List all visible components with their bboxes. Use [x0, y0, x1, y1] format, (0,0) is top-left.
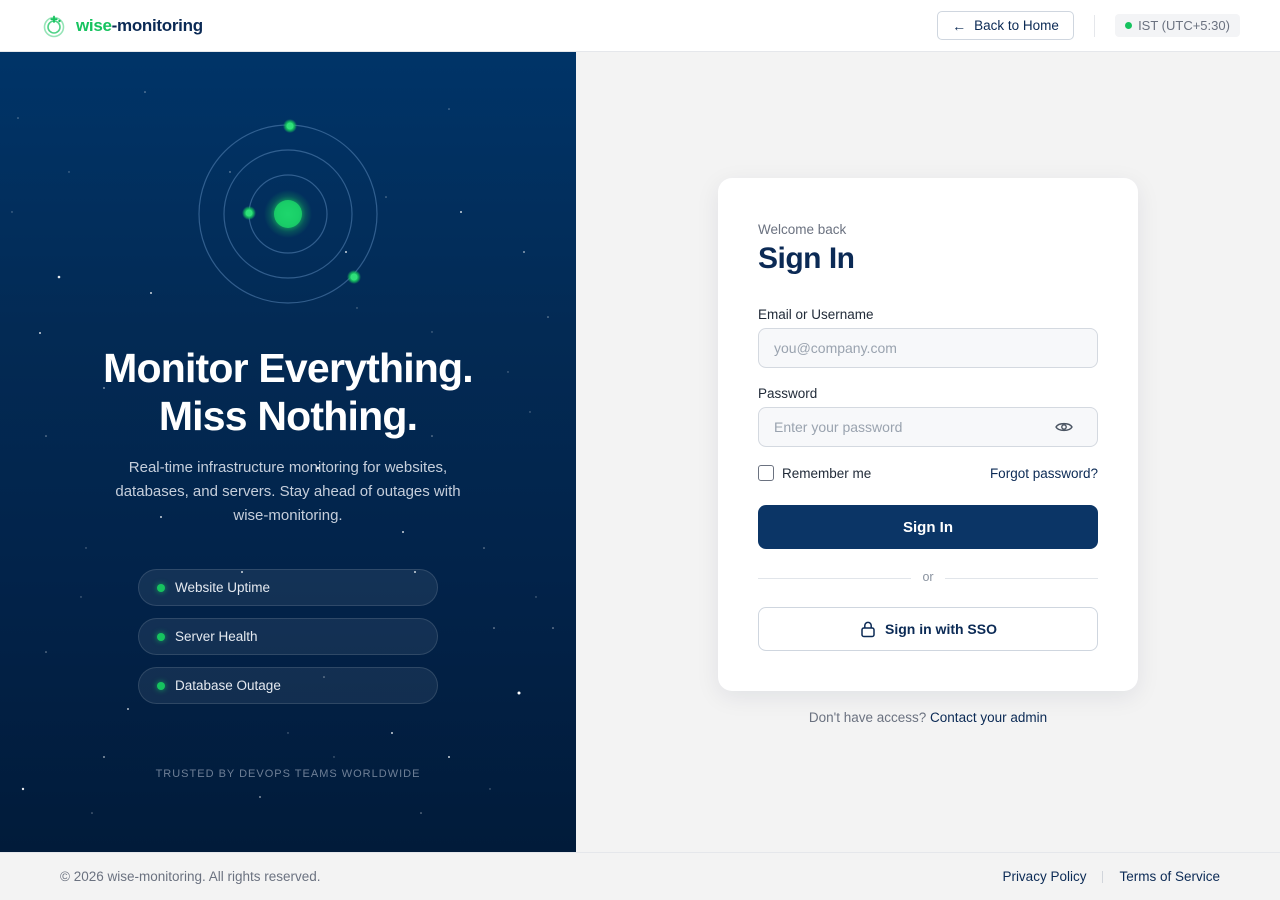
divider-line — [945, 578, 1098, 579]
copyright-text: © 2026 wise-monitoring. All rights reser… — [60, 869, 321, 884]
status-dot-icon — [157, 583, 165, 592]
access-text: Don't have access? — [808, 710, 927, 725]
access-help: Don't have access? Contact your admin — [718, 710, 1138, 725]
welcome-text: Welcome back — [758, 222, 847, 237]
feature-pill-website-uptime: Website Uptime — [138, 569, 438, 606]
feature-pill-server-health: Server Health — [138, 618, 438, 655]
sign-in-title: Sign In — [758, 242, 855, 275]
forgot-password-link[interactable]: Forgot password? — [990, 466, 1098, 481]
password-label: Password — [758, 386, 818, 401]
hero-headline-line1: Monitor Everything. — [103, 345, 474, 391]
footer-links: Privacy Policy Terms of Service — [1002, 869, 1220, 884]
hero-headline-line2: Miss Nothing. — [158, 393, 418, 439]
sign-in-button[interactable]: Sign In — [758, 505, 1098, 549]
lock-icon — [861, 621, 875, 638]
status-dot-icon — [1125, 22, 1133, 29]
remember-me-checkbox[interactable]: Remember me — [758, 465, 871, 481]
orbit-radar-graphic — [198, 119, 378, 304]
sso-sign-in-button[interactable]: Sign in with SSO — [758, 607, 1098, 651]
feature-label: Website Uptime — [175, 580, 271, 595]
contact-admin-link[interactable]: Contact your admin — [930, 710, 1047, 725]
logo-icon — [43, 15, 65, 38]
email-label: Email or Username — [758, 307, 874, 322]
arrow-left-icon: ← — [952, 17, 967, 34]
or-label: or — [922, 570, 934, 584]
top-header: wise-monitoring ← Back to Home IST (UTC+… — [0, 0, 1280, 52]
status-dot-icon — [157, 632, 165, 641]
show-password-icon[interactable] — [1052, 418, 1076, 436]
feature-label: Database Outage — [175, 678, 281, 693]
privacy-policy-link[interactable]: Privacy Policy — [1002, 869, 1086, 884]
hero-panel: Monitor Everything. Miss Nothing. Real-t… — [0, 52, 576, 852]
sign-in-card: Welcome back Sign In Email or Username P… — [718, 178, 1138, 691]
terms-of-service-link[interactable]: Terms of Service — [1119, 869, 1220, 884]
hero-subtitle: Real-time infrastructure monitoring for … — [115, 459, 461, 524]
brand-logo[interactable]: wise-monitoring — [42, 13, 203, 39]
or-divider: or — [758, 570, 1098, 586]
page-footer: © 2026 wise-monitoring. All rights reser… — [0, 852, 1280, 900]
feature-label: Server Health — [175, 629, 258, 644]
header-divider — [1094, 15, 1095, 37]
brand-name-prefix: wise — [76, 16, 112, 35]
brand-name: wise-monitoring — [76, 16, 203, 36]
timezone-label: IST (UTC+5:30) — [1138, 18, 1230, 33]
timezone-badge: IST (UTC+5:30) — [1115, 14, 1240, 37]
email-field[interactable] — [758, 328, 1098, 368]
status-dot-icon — [157, 681, 165, 690]
brand-name-suffix: -monitoring — [111, 16, 203, 35]
password-field[interactable] — [758, 407, 1098, 447]
back-to-home-button[interactable]: ← Back to Home — [937, 11, 1074, 40]
back-to-home-label: Back to Home — [974, 18, 1059, 33]
checkbox-box[interactable] — [758, 465, 774, 481]
footer-separator — [1102, 870, 1104, 883]
trusted-tagline: TRUSTED BY DEVOPS TEAMS WORLDWIDE — [155, 768, 421, 780]
sso-label: Sign in with SSO — [885, 621, 997, 637]
remember-me-label: Remember me — [782, 465, 872, 481]
hero-headline: Monitor Everything. Miss Nothing. — [0, 344, 576, 440]
feature-pill-database-outage: Database Outage — [138, 667, 438, 704]
